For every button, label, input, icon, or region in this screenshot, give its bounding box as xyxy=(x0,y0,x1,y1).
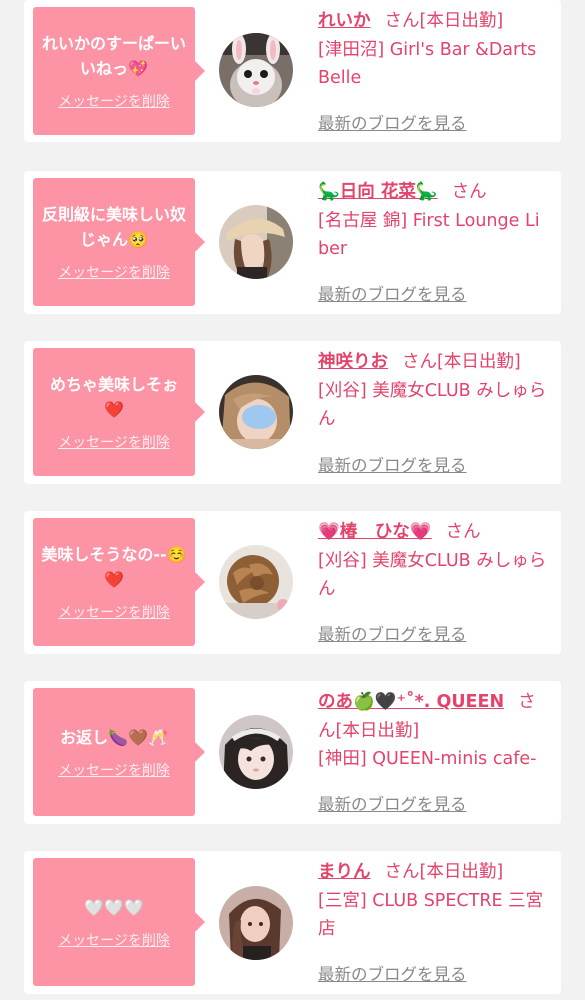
message-list: れいかのすーぱーいいねっ💖 メッセージを削除 れいかさん[本日出勤] [津田沼 xyxy=(0,0,585,1000)
honorific: さん xyxy=(384,862,420,882)
cast-info: 神咲りお さん[本日出勤] [刈谷] 美魔女CLUB みしゅらん xyxy=(318,348,550,434)
blog-link[interactable]: 最新のブログを見る xyxy=(318,621,467,645)
hat-woman-photo-icon xyxy=(219,205,293,279)
shop-name: [神田] QUEEN-minis cafe- xyxy=(318,749,537,769)
girl-hair-band-photo-icon xyxy=(219,715,293,789)
avatar[interactable] xyxy=(219,715,293,789)
hair-updo-photo-icon xyxy=(219,545,293,619)
delete-message-link[interactable]: メッセージを削除 xyxy=(58,930,170,950)
list-item: お返し🍆🤎🥂 メッセージを削除 のあ🍏🖤⁺˚*. QUEEN さん[本日出勤] [… xyxy=(24,681,561,824)
cast-name-link[interactable]: 💗椿 ひな💗 xyxy=(318,522,432,542)
blog-link[interactable]: 最新のブログを見る xyxy=(318,452,467,476)
honorific: さん xyxy=(445,522,481,542)
message-text: 🤍🤍🤍 xyxy=(84,897,144,917)
list-item: めちゃ美味しそぉ❤️ メッセージを削除 神咲りお さん[本日出勤] [刈谷] 美魔… xyxy=(24,341,561,484)
message-bubble: 🤍🤍🤍 メッセージを削除 xyxy=(33,858,205,986)
blog-link[interactable]: 最新のブログを見る xyxy=(318,110,467,134)
blog-link[interactable]: 最新のブログを見る xyxy=(318,281,467,305)
avatar[interactable] xyxy=(219,205,293,279)
status-badge: [本日出勤] xyxy=(419,862,504,882)
cast-info: のあ🍏🖤⁺˚*. QUEEN さん[本日出勤] [神田] QUEEN-minis … xyxy=(318,688,550,774)
status-badge: [本日出勤] xyxy=(335,720,420,741)
shop-name: [名古屋 錦] First Lounge Liber xyxy=(318,210,540,260)
long-hair-woman-photo-icon xyxy=(219,886,293,960)
delete-message-link[interactable]: メッセージを削除 xyxy=(58,602,170,622)
honorific: さん xyxy=(384,11,420,31)
shop-name: [刈谷] 美魔女CLUB みしゅらん xyxy=(318,380,547,430)
cast-info: まりん さん[本日出勤] [三宮] CLUB SPECTRE 三宮店 xyxy=(318,858,550,944)
message-text: 美味しそうなの--☺️❤️ xyxy=(41,545,187,589)
blog-link[interactable]: 最新のブログを見る xyxy=(318,791,467,815)
delete-message-link[interactable]: メッセージを削除 xyxy=(58,91,170,111)
cast-name-link[interactable]: 🦕日向 花菜🦕 xyxy=(318,182,438,202)
delete-message-link[interactable]: メッセージを削除 xyxy=(58,432,170,452)
list-item: 🤍🤍🤍 メッセージを削除 まりん さん[本日出勤] [三宮] CLUB SPECT… xyxy=(24,851,561,994)
message-text: れいかのすーぱーいいねっ💖 xyxy=(41,34,186,78)
message-bubble: 反則級に美味しい奴じゃん🥺 メッセージを削除 xyxy=(33,178,205,306)
cast-name-link[interactable]: まりん xyxy=(318,862,371,882)
delete-message-link[interactable]: メッセージを削除 xyxy=(58,262,170,282)
shop-name: [三宮] CLUB SPECTRE 三宮店 xyxy=(318,890,544,940)
cast-info: れいか さん[本日出勤] [津田沼] Girl's Bar &Darts Bell… xyxy=(318,7,550,93)
shop-name: [津田沼] Girl's Bar &Darts Belle xyxy=(318,39,537,89)
message-bubble: 美味しそうなの--☺️❤️ メッセージを削除 xyxy=(33,518,205,646)
honorific: さん xyxy=(451,182,487,202)
list-item: 反則級に美味しい奴じゃん🥺 メッセージを削除 🦕日向 花菜🦕 さん [名古屋 錦]… xyxy=(24,171,561,314)
message-text: お返し🍆🤎🥂 xyxy=(60,727,168,747)
list-item: れいかのすーぱーいいねっ💖 メッセージを削除 れいかさん[本日出勤] [津田沼 xyxy=(24,0,561,142)
cast-info: 💗椿 ひな💗 さん [刈谷] 美魔女CLUB みしゅらん xyxy=(318,518,550,604)
blog-link[interactable]: 最新のブログを見る xyxy=(318,961,467,985)
shop-name: [刈谷] 美魔女CLUB みしゅらん xyxy=(318,550,547,600)
message-text: めちゃ美味しそぉ❤️ xyxy=(49,375,178,419)
list-item: 美味しそうなの--☺️❤️ メッセージを削除 💗椿 ひな💗 さん [刈谷] 美魔女… xyxy=(24,511,561,654)
avatar[interactable] xyxy=(219,545,293,619)
message-bubble: お返し🍆🤎🥂 メッセージを削除 xyxy=(33,688,205,816)
delete-message-link[interactable]: メッセージを削除 xyxy=(58,760,170,780)
avatar[interactable] xyxy=(219,886,293,960)
avatar[interactable] xyxy=(219,33,293,107)
cast-info: 🦕日向 花菜🦕 さん [名古屋 錦] First Lounge Liber xyxy=(318,178,550,264)
status-badge: [本日出勤] xyxy=(419,11,504,31)
honorific: さん xyxy=(402,352,437,372)
cast-name-link[interactable]: れいか xyxy=(318,11,371,31)
message-bubble: れいかのすーぱーいいねっ💖 メッセージを削除 xyxy=(33,7,205,135)
message-text: 反則級に美味しい奴じゃん🥺 xyxy=(41,205,186,249)
message-bubble: めちゃ美味しそぉ❤️ メッセージを削除 xyxy=(33,348,205,476)
avatar[interactable] xyxy=(219,375,293,449)
bunny-filter-photo-icon xyxy=(219,33,293,107)
status-badge: [本日出勤] xyxy=(437,352,521,372)
cast-name-link[interactable]: 神咲りお xyxy=(318,352,388,372)
cast-name-link[interactable]: のあ🍏🖤⁺˚*. QUEEN xyxy=(318,692,504,712)
blurred-face-photo-icon xyxy=(219,375,293,449)
